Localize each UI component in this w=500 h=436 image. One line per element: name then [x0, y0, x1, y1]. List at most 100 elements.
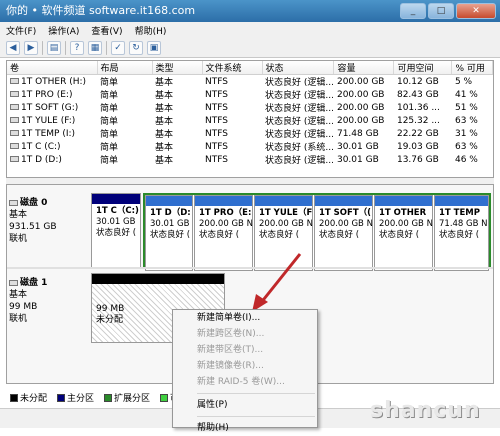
table-row[interactable]: 1T OTHER (H:) 简单 基本 NTFS 状态良好 (逻辑... 200.00 G…	[7, 75, 493, 89]
disk0-type: 基本	[9, 210, 28, 220]
context-menu: 新建简单卷(I)... 新建跨区卷(N)... 新建带区卷(T)... 新建镜像…	[172, 309, 318, 433]
partition-name: 1T C（C:)	[96, 206, 139, 216]
table-row[interactable]: 1T SOFT (G:) 简单 基本 NTFS 状态良好 (逻辑... 200.00 GB…	[7, 101, 493, 114]
table-row[interactable]: 1T YULE (F:) 简单 基本 NTFS 状态良好 (逻辑... 200.00 GB…	[7, 114, 493, 127]
minimize-button[interactable]: _	[400, 3, 426, 19]
disk1-label[interactable]: 磁盘 1 基本 99 MB 联机	[9, 277, 91, 325]
table-cell: 状态良好 (逻辑...	[265, 130, 334, 140]
forward-icon[interactable]: ▶	[24, 40, 38, 55]
table-cell: 基本	[155, 130, 174, 140]
logical-drive-bar	[375, 196, 432, 206]
column-header-volume[interactable]: 卷	[7, 61, 98, 75]
partition-size: 30.01 GB	[150, 219, 190, 229]
table-cell: 简单	[100, 156, 119, 166]
partition-size: 200.00 GB N	[199, 219, 252, 229]
menu-action[interactable]: 操作(A)	[48, 24, 79, 37]
help-icon[interactable]: ?	[70, 40, 84, 55]
volume-name-cell: 1T OTHER (H:)	[7, 75, 97, 89]
maximize-button[interactable]: □	[428, 3, 454, 19]
disk-settings-icon[interactable]: ▣	[147, 40, 161, 55]
legend-extended: 扩展分区	[104, 391, 150, 404]
close-button[interactable]: ✕	[456, 3, 496, 19]
volume-icon	[10, 78, 19, 84]
volume-name: 1T C (C:)	[21, 141, 61, 152]
menu-help[interactable]: 帮助(H)	[135, 24, 167, 37]
partition-size: 200.00 GB N	[319, 219, 372, 229]
volume-name: 1T PRO (E:)	[21, 89, 73, 100]
table-cell: 基本	[155, 78, 174, 88]
disk-icon	[9, 279, 18, 286]
volume-name-cell: 1T C (C:)	[7, 140, 97, 153]
table-cell: NTFS	[205, 141, 228, 152]
table-cell: 41 %	[454, 89, 478, 100]
table-row[interactable]: 1T D (D:) 简单 基本 NTFS 状态良好 (逻辑... 30.01 GB 13.7…	[7, 153, 493, 166]
volume-table: 卷 布局 类型 文件系统 状态 容量 可用空间 % 可用 1T OTHER (H…	[7, 61, 493, 166]
menu-item-help[interactable]: 帮助(H)	[173, 420, 317, 436]
legend-primary: 主分区	[57, 391, 94, 404]
column-header-percent-free[interactable]: % 可用	[451, 61, 493, 75]
logical-drive-bar	[315, 196, 372, 206]
partition-state: 状态良好 (	[439, 230, 480, 240]
toolbar-separator	[65, 40, 66, 55]
table-cell: 状态良好 (系统...	[265, 143, 334, 153]
console-tree-icon[interactable]: ▤	[47, 40, 61, 55]
menu-bar: 文件(F) 操作(A) 查看(V) 帮助(H)	[0, 22, 500, 38]
window-controls: _ □ ✕	[400, 3, 496, 19]
properties-icon[interactable]: ✓	[111, 40, 125, 55]
volume-name: 1T SOFT (G:)	[21, 102, 79, 113]
menu-item-new-striped-volume: 新建带区卷(T)...	[197, 345, 264, 355]
partition-c[interactable]: 1T C（C:) 30.01 GB 状态良好 (	[91, 193, 141, 269]
partition-g[interactable]: 1T SOFT（( 200.00 GB N 状态良好 (	[314, 195, 373, 271]
partition-i[interactable]: 1T TEMP 71.48 GB N 状态良好 (	[434, 195, 489, 271]
partition-e[interactable]: 1T PRO（E: 200.00 GB N 状态良好 (	[194, 195, 253, 271]
legend-label: 未分配	[20, 393, 48, 404]
table-cell: 状态良好 (逻辑...	[265, 156, 334, 166]
volume-name-cell: 1T PRO (E:)	[7, 88, 97, 101]
disk1-state: 联机	[9, 314, 28, 324]
column-header-status[interactable]: 状态	[262, 61, 335, 75]
table-cell: 200.00 GB	[336, 89, 385, 100]
column-header-filesystem[interactable]: 文件系统	[202, 61, 263, 75]
disk0-state: 联机	[9, 234, 28, 244]
volume-name: 1T TEMP (I:)	[21, 128, 76, 139]
table-row[interactable]: 1T PRO (E:) 简单 基本 NTFS 状态良好 (逻辑... 200.00 GB 8…	[7, 88, 493, 101]
menu-item-properties[interactable]: 属性(P)	[173, 397, 317, 413]
menu-separator	[197, 416, 315, 417]
volume-name: 1T OTHER (H:)	[21, 76, 87, 87]
volume-icon	[10, 143, 19, 149]
partition-h[interactable]: 1T OTHER 200.00 GB N 状态良好 (	[374, 195, 433, 271]
toolbar: ◀ ▶ ▤ ? ▦ ✓ ↻ ▣	[0, 38, 500, 58]
disk0-label[interactable]: 磁盘 0 基本 931.51 GB 联机	[9, 197, 91, 245]
partition-d[interactable]: 1T D（D: 30.01 GB 状态良好 (	[145, 195, 193, 271]
logical-drive-bar	[195, 196, 252, 206]
partition-name: 1T OTHER	[379, 208, 427, 218]
view-list-icon[interactable]: ▦	[88, 40, 102, 55]
toolbar-separator	[42, 40, 43, 55]
column-header-free-space[interactable]: 可用空间	[393, 61, 453, 75]
table-row[interactable]: 1T C (C:) 简单 基本 NTFS 状态良好 (系统... 30.01 GB 19.0…	[7, 140, 493, 153]
menu-view[interactable]: 查看(V)	[91, 24, 122, 37]
partition-name: 1T SOFT（(	[319, 208, 372, 218]
unallocated-bar	[92, 274, 224, 284]
partition-state: 状态良好 (	[259, 230, 300, 240]
legend-unallocated: 未分配	[10, 391, 47, 404]
menu-item-new-simple-volume[interactable]: 新建简单卷(I)...	[173, 310, 317, 326]
volume-icon	[10, 117, 19, 123]
table-cell: 63 %	[454, 141, 478, 152]
volume-icon	[10, 130, 19, 136]
unallocated-label: 未分配	[96, 315, 124, 325]
back-icon[interactable]: ◀	[6, 40, 20, 55]
refresh-icon[interactable]: ↻	[129, 40, 143, 55]
column-header-layout[interactable]: 布局	[97, 61, 153, 75]
disk-icon	[9, 199, 18, 206]
column-header-capacity[interactable]: 容量	[333, 61, 395, 75]
disk1-size: 99 MB	[9, 302, 38, 312]
volume-name-cell: 1T TEMP (I:)	[7, 127, 97, 140]
table-row[interactable]: 1T TEMP (I:) 简单 基本 NTFS 状态良好 (逻辑... 71.48 GB 2…	[7, 127, 493, 140]
column-header-type[interactable]: 类型	[152, 61, 203, 75]
legend-swatch	[104, 394, 113, 402]
partition-state: 状态良好 (	[96, 228, 137, 238]
partition-state: 状态良好 (	[319, 230, 360, 240]
table-cell: 简单	[100, 78, 119, 88]
menu-file[interactable]: 文件(F)	[6, 24, 36, 37]
